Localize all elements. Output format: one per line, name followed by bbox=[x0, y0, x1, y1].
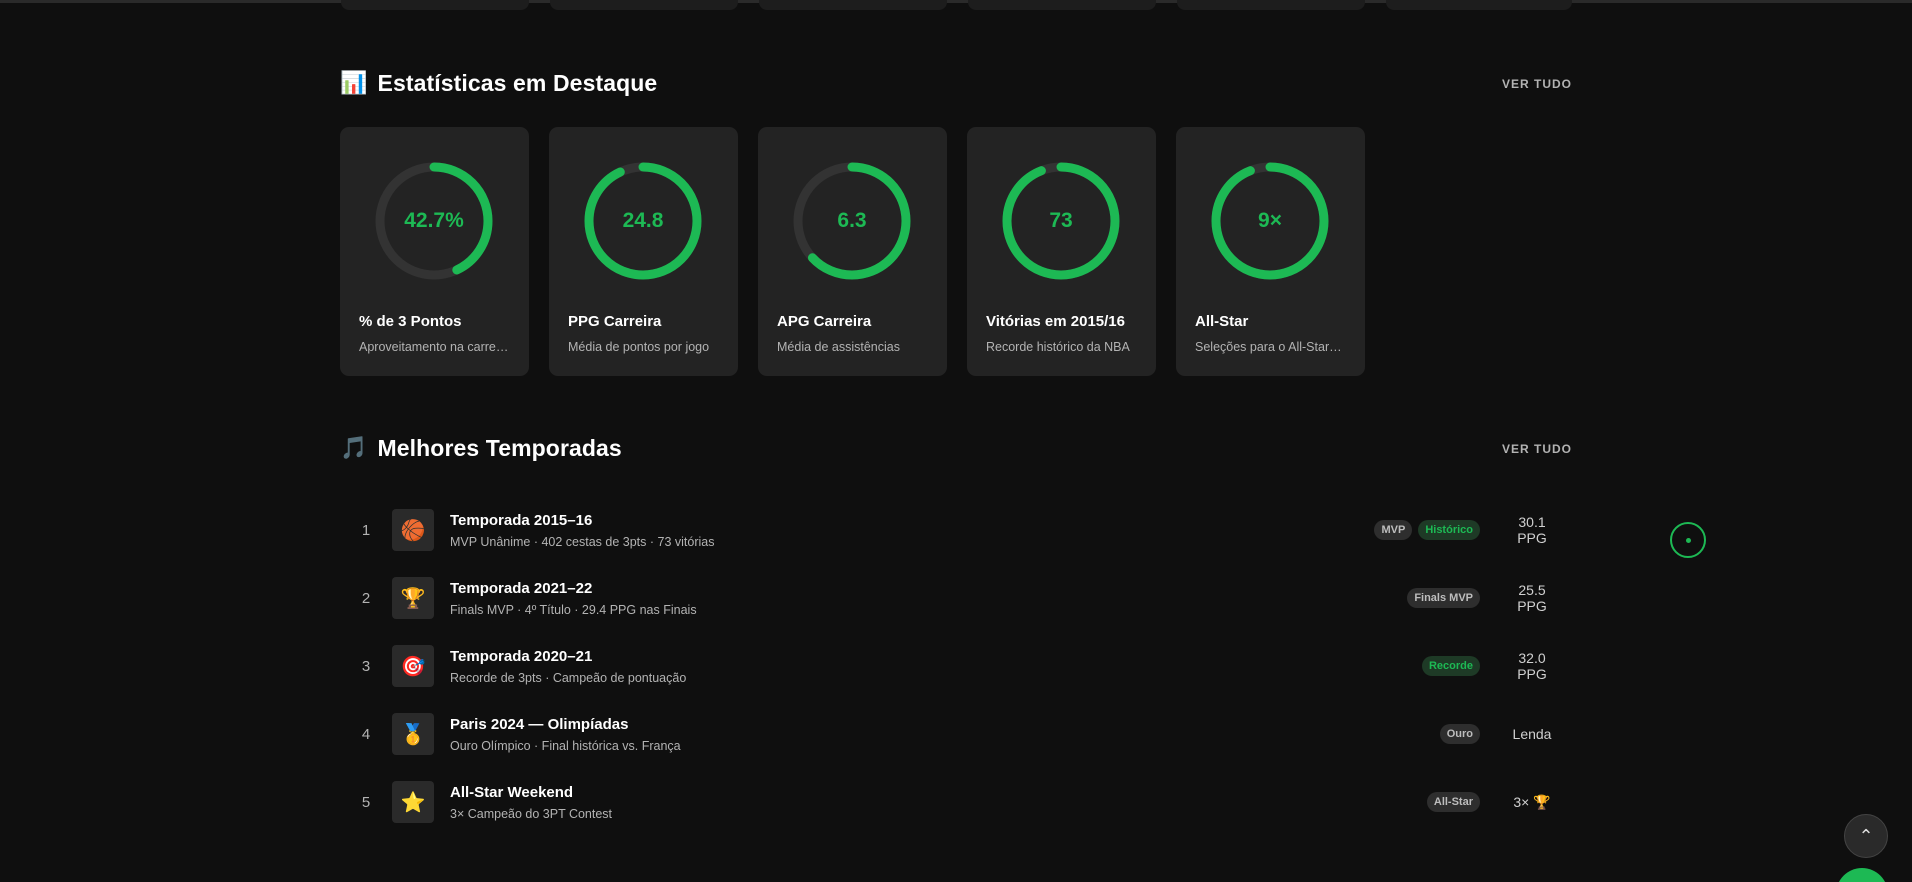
season-badge: Ouro bbox=[1439, 724, 1480, 744]
season-row[interactable]: 4 🥇 Paris 2024 — Olimpíadas Ouro Olímpico ·… bbox=[340, 700, 1572, 768]
stat-subtitle: Recorde histórico da NBA bbox=[986, 340, 1130, 354]
stat-value: 42.7% bbox=[404, 209, 464, 232]
season-row[interactable]: 2 🏆 Temporada 2021–22 Finals MVP · 4º Títul… bbox=[340, 564, 1572, 632]
stat-title: APG Carreira bbox=[777, 313, 872, 330]
seasons-section-header: 🎵 Melhores Temporadas VER TUDO bbox=[340, 435, 1572, 462]
progress-ring: 73 bbox=[1001, 161, 1121, 281]
season-title: Temporada 2020–21 bbox=[450, 647, 593, 665]
season-badge: Finals MVP bbox=[1407, 588, 1480, 608]
basketball-icon: 🏀 bbox=[392, 509, 434, 551]
season-title: All-Star Weekend bbox=[450, 783, 574, 801]
season-badges: Finals MVP bbox=[1407, 588, 1480, 608]
season-stat: 32.0 PPG bbox=[1517, 650, 1547, 682]
progress-ring: 24.8 bbox=[583, 161, 703, 281]
progress-ring: 6.3 bbox=[792, 161, 912, 281]
stats-section-header: 📊 Estatísticas em Destaque VER TUDO bbox=[340, 70, 1572, 97]
season-badge: Histórico bbox=[1418, 520, 1480, 540]
card-stub bbox=[968, 0, 1156, 10]
top-divider bbox=[0, 0, 1912, 3]
stat-card[interactable]: 9× All-Star Seleções para o All-Star Game bbox=[1176, 127, 1365, 376]
season-subtitle: MVP Unânime · 402 cestas de 3pts · 73 vi… bbox=[450, 534, 715, 549]
season-info: Paris 2024 — Olimpíadas Ouro Olímpico · F… bbox=[450, 716, 1440, 753]
season-info: Temporada 2021–22 Finals MVP · 4º Título … bbox=[450, 580, 1407, 617]
star-icon: ⭐ bbox=[392, 781, 434, 823]
season-rank: 4 bbox=[361, 725, 371, 743]
season-info: Temporada 2020–21 Recorde de 3pts · Campe… bbox=[450, 648, 1422, 685]
seasons-title-text: Melhores Temporadas bbox=[377, 435, 622, 461]
seasons-section-title: 🎵 Melhores Temporadas bbox=[340, 435, 622, 462]
stat-card[interactable]: 6.3 APG Carreira Média de assistências bbox=[758, 127, 947, 376]
season-info: Temporada 2015–16 MVP Unânime · 402 cesta… bbox=[450, 512, 1374, 549]
stat-value: 24.8 bbox=[622, 209, 664, 232]
season-rank: 3 bbox=[361, 657, 371, 675]
progress-ring: 9× bbox=[1210, 161, 1330, 281]
season-info: All-Star Weekend 3× Campeão do 3PT Contes… bbox=[450, 784, 1427, 821]
stat-value: 9× bbox=[1258, 209, 1282, 232]
season-badge: MVP bbox=[1374, 520, 1413, 540]
page: 📊 Estatísticas em Destaque VER TUDO 42.7… bbox=[0, 0, 1912, 882]
season-stat: 25.5 PPG bbox=[1517, 582, 1547, 614]
season-badges: Recorde bbox=[1421, 656, 1480, 676]
stat-subtitle: Aproveitamento na carreira bbox=[359, 340, 509, 354]
stat-title: Vitórias em 2015/16 bbox=[986, 313, 1125, 330]
season-rank: 2 bbox=[361, 589, 371, 607]
stat-subtitle: Seleções para o All-Star Game bbox=[1195, 340, 1345, 354]
season-badges: All-Star bbox=[1426, 792, 1480, 812]
stat-card[interactable]: 24.8 PPG Carreira Média de pontos por jogo bbox=[549, 127, 738, 376]
season-badge: All-Star bbox=[1426, 792, 1480, 812]
card-stub bbox=[550, 0, 738, 10]
stats-see-all-link[interactable]: VER TUDO bbox=[1502, 77, 1572, 91]
card-stub bbox=[1177, 0, 1365, 10]
season-row[interactable]: 5 ⭐ All-Star Weekend 3× Campeão do 3PT Cont… bbox=[340, 768, 1572, 836]
stats-title-text: Estatísticas em Destaque bbox=[377, 70, 658, 96]
target-icon: 🎯 bbox=[392, 645, 434, 687]
stat-subtitle: Média de pontos por jogo bbox=[568, 340, 710, 354]
medal-icon: 🥇 bbox=[392, 713, 434, 755]
season-badges: Ouro bbox=[1439, 724, 1480, 744]
cursor-dot bbox=[1685, 537, 1691, 543]
seasons-see-all-link[interactable]: VER TUDO bbox=[1502, 442, 1572, 456]
stat-title: All-Star bbox=[1195, 313, 1249, 330]
season-stat: Lenda bbox=[1512, 726, 1552, 742]
stat-title: % de 3 Pontos bbox=[359, 313, 462, 330]
season-badges: MVP Histórico bbox=[1374, 520, 1480, 540]
season-subtitle: 3× Campeão do 3PT Contest bbox=[450, 806, 613, 821]
season-rank: 5 bbox=[361, 793, 371, 811]
floating-action-button[interactable] bbox=[1836, 868, 1888, 882]
stat-value: 73 bbox=[1049, 209, 1073, 232]
season-subtitle: Recorde de 3pts · Campeão de pontuação bbox=[450, 670, 687, 685]
season-rank: 1 bbox=[361, 521, 371, 539]
stats-section-title: 📊 Estatísticas em Destaque bbox=[340, 70, 657, 97]
season-subtitle: Ouro Olímpico · Final histórica vs. Fran… bbox=[450, 738, 681, 753]
cursor-ring-icon bbox=[1670, 522, 1706, 558]
card-stub bbox=[341, 0, 529, 10]
stat-cards: 42.7% % de 3 Pontos Aproveitamento na carr… bbox=[340, 127, 1365, 376]
stat-card[interactable]: 42.7% % de 3 Pontos Aproveitamento na carr… bbox=[340, 127, 529, 376]
season-badge: Recorde bbox=[1421, 656, 1480, 676]
stat-title: PPG Carreira bbox=[568, 313, 662, 330]
trophy-icon: 🏆 bbox=[392, 577, 434, 619]
season-title: Temporada 2015–16 bbox=[450, 511, 593, 529]
bar-chart-icon: 📊 bbox=[340, 70, 368, 96]
season-subtitle: Finals MVP · 4º Título · 29.4 PPG nas Fi… bbox=[450, 602, 697, 617]
season-row[interactable]: 3 🎯 Temporada 2020–21 Recorde de 3pts · Cam… bbox=[340, 632, 1572, 700]
season-stat: 3× 🏆 bbox=[1513, 793, 1551, 810]
card-stub bbox=[1386, 0, 1572, 10]
season-title: Paris 2024 — Olimpíadas bbox=[450, 715, 629, 733]
season-title: Temporada 2021–22 bbox=[450, 579, 593, 597]
card-stub bbox=[759, 0, 947, 10]
progress-ring: 42.7% bbox=[374, 161, 494, 281]
chevron-up-icon: ⌃ bbox=[1858, 825, 1874, 846]
stat-value: 6.3 bbox=[837, 209, 867, 232]
music-note-icon: 🎵 bbox=[340, 435, 368, 461]
season-stat: 30.1 PPG bbox=[1517, 514, 1547, 546]
stat-subtitle: Média de assistências bbox=[777, 340, 900, 354]
seasons-list: 1 🏀 Temporada 2015–16 MVP Unânime · 402 ces… bbox=[340, 496, 1572, 836]
scroll-top-button[interactable]: ⌃ bbox=[1844, 814, 1888, 858]
season-row[interactable]: 1 🏀 Temporada 2015–16 MVP Unânime · 402 ces… bbox=[340, 496, 1572, 564]
stat-card[interactable]: 73 Vitórias em 2015/16 Recorde histórico d… bbox=[967, 127, 1156, 376]
